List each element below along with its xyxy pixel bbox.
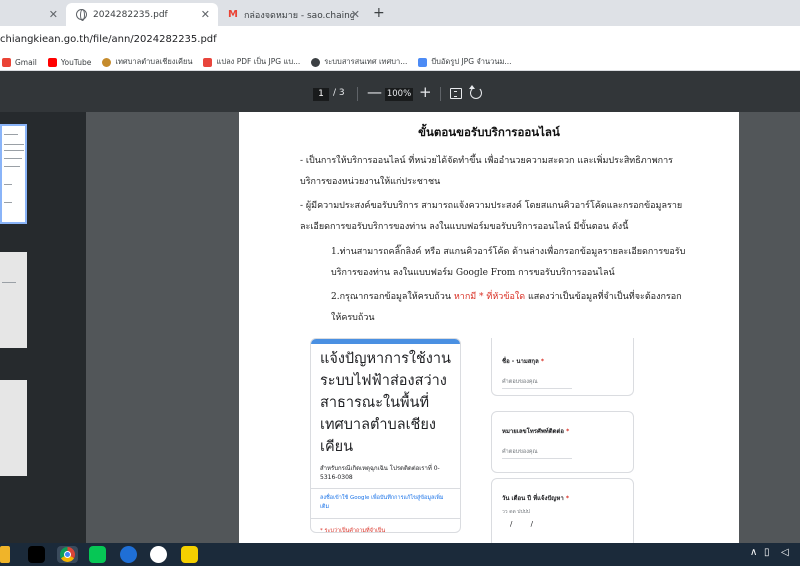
pdf-page: ขั้นตอนขอรับบริการออนไลน์ - เป็นการให้บร… [239, 112, 739, 543]
chrome-icon[interactable] [57, 546, 78, 563]
gmail-icon [2, 57, 11, 67]
zoom-level-input[interactable]: 100% [385, 88, 413, 101]
form-header-card: แจ้งปัญหาการใช้งาน ระบบไฟฟ้าส่องสว่างสาธ… [310, 338, 461, 533]
bookmark-info-system[interactable]: ระบบสารสนเทศ เทศบา... [311, 56, 407, 68]
paragraph-step-1: 1.ท่านสามารถคลิ๊กลิงค์ หรือ สแกนคิวอาร์โ… [331, 247, 686, 278]
network-icon[interactable]: ▯ [764, 547, 770, 558]
youtube-icon [47, 57, 57, 67]
form-title: แจ้งปัญหาการใช้งาน ระบบไฟฟ้าส่องสว่างสาธ… [320, 351, 451, 455]
pdf-viewer[interactable]: ขั้นตอนขอรับบริการออนไลน์ - เป็นการให้บร… [86, 112, 800, 543]
zoom-in-button[interactable]: + [419, 83, 432, 101]
gmail-icon: M [228, 9, 238, 20]
url-text[interactable]: chiangkiean.go.th/file/ann/2024282235.pd… [0, 34, 217, 45]
fit-page-icon[interactable] [450, 88, 462, 99]
paragraph-intro: - เป็นการให้บริการออนไลน์ ที่หน่วยได้จัด… [300, 156, 673, 187]
tab-previous[interactable]: ✕ [0, 3, 66, 26]
page-number-input[interactable]: 1 [313, 88, 329, 101]
form-subtitle: สำหรับกรณีเกิดเหตุฉุกเฉิน โปรดติดต่อเราท… [320, 465, 440, 481]
taskbar: ∧ ▯ ◁ [0, 543, 800, 566]
name-input[interactable]: คำตอบของคุณ [502, 378, 572, 389]
bookmark-gmail[interactable]: Gmail [2, 57, 37, 67]
close-icon[interactable]: ✕ [49, 8, 58, 21]
thumbnail-sidebar [0, 112, 86, 543]
signin-link[interactable]: ลงชื่อเข้าใช้ Google เพื่อบันทึกการแก้ไข… [311, 489, 460, 512]
phone-input[interactable]: คำตอบของคุณ [502, 448, 572, 459]
heart-icon [203, 57, 213, 67]
file-explorer-icon[interactable] [0, 546, 10, 563]
question-card-phone: หมายเลขโทรศัพท์ติดต่อ * คำตอบของคุณ [491, 411, 634, 473]
zoom-out-button[interactable]: — [367, 83, 382, 101]
question-label: หมายเลขโทรศัพท์ติดต่อ * [502, 428, 570, 435]
media-player-icon[interactable] [150, 546, 167, 563]
bookmark-youtube[interactable]: YouTube [47, 57, 91, 67]
tab-gmail[interactable]: M กล่องจดหมาย - sao.chaingkiean@ ✕ [218, 3, 368, 26]
chevron-up-icon[interactable]: ∧ [750, 547, 757, 558]
seal-icon [102, 57, 112, 67]
paragraph-step-2: 2.กรุณากรอกข้อมูลให้ครบถ้วน หากมี * ที่ห… [331, 292, 682, 323]
required-note: * ระบุว่าเป็นคำถามที่จำเป็น [320, 528, 386, 533]
globe-icon [76, 9, 87, 21]
edge-icon[interactable] [120, 546, 137, 563]
address-bar[interactable]: chiangkiean.go.th/file/ann/2024282235.pd… [0, 26, 800, 54]
paragraph-steps-intro: - ผู้มีความประสงค์ขอรับบริการ สามารถแจ้ง… [300, 201, 683, 232]
close-icon[interactable]: ✕ [201, 8, 210, 21]
question-label: วัน เดือน ปี ที่แจ้งปัญหา * [502, 495, 569, 502]
toolbar-divider [440, 87, 441, 101]
tiktok-icon[interactable] [28, 546, 45, 563]
new-tab-button[interactable]: + [373, 5, 385, 21]
close-icon[interactable]: ✕ [351, 8, 360, 21]
tab-strip: ✕ 2024282235.pdf ✕ M กล่องจดหมาย - sao.c… [0, 0, 800, 26]
tab-pdf[interactable]: 2024282235.pdf ✕ [66, 3, 218, 26]
toolbar-divider [357, 87, 358, 101]
bookmark-pdf-to-jpg[interactable]: แปลง PDF เป็น JPG แบ... [203, 56, 300, 68]
bookmarks-bar: Gmail YouTube เทศบาลตำบลเชียงเคียน แปลง … [0, 54, 800, 71]
date-input[interactable]: / / [510, 520, 541, 528]
question-card-date: วัน เดือน ปี ที่แจ้งปัญหา * วว ดด ปปปป /… [491, 478, 634, 543]
bookmark-compress-jpg[interactable]: บีบอัดรูป JPG จำนวนม... [418, 56, 512, 68]
line-icon[interactable] [89, 546, 106, 563]
pdf-toolbar: 1 / 3 — 100% + [0, 72, 800, 112]
bookmark-municipality[interactable]: เทศบาลตำบลเชียงเคียน [102, 56, 192, 68]
tab-title: กล่องจดหมาย - sao.chaingkiean@ [243, 10, 354, 21]
volume-icon[interactable]: ◁ [781, 547, 789, 558]
question-card-name: ชื่อ - นามสกุล * คำตอบของคุณ [491, 338, 634, 396]
question-label: ชื่อ - นามสกุล * [502, 358, 544, 365]
page-count: / 3 [333, 88, 345, 98]
rotate-icon[interactable] [469, 85, 482, 99]
video-player-icon[interactable] [181, 546, 198, 563]
page-title: ขั้นตอนขอรับบริการออนไลน์ [418, 125, 560, 139]
tab-title: 2024282235.pdf [93, 9, 168, 20]
page-thumbnail-3[interactable] [0, 380, 27, 476]
page-thumbnail-1[interactable] [0, 124, 27, 224]
globe-icon [311, 57, 321, 67]
compress-icon [418, 57, 428, 67]
date-hint: วว ดด ปปปป [502, 509, 530, 515]
page-thumbnail-2[interactable] [0, 252, 27, 348]
